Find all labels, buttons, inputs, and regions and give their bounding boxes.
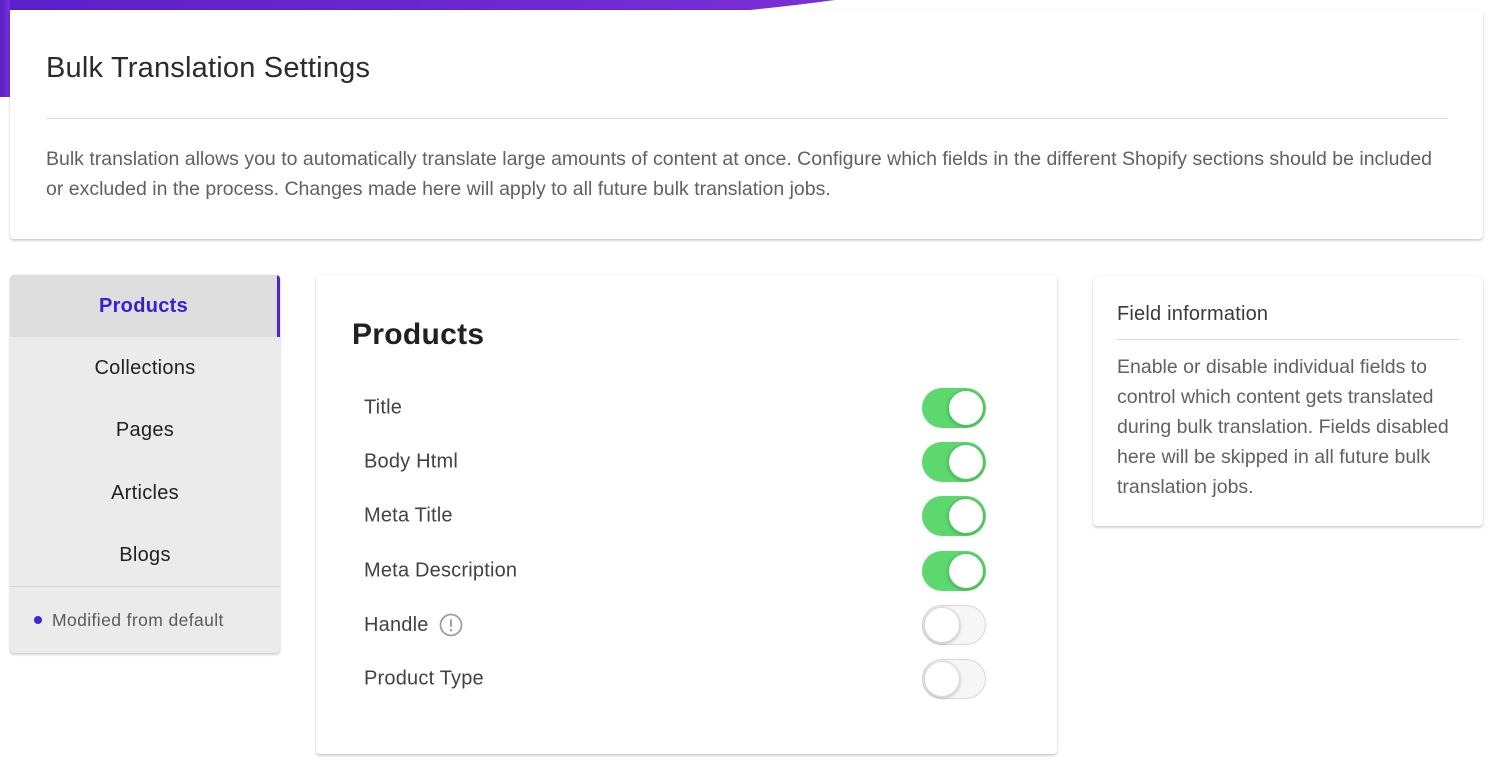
page-description: Bulk translation allows you to automatic…: [46, 148, 1433, 200]
toggle-knob: [948, 553, 984, 589]
field-row-meta-description: Meta Description: [364, 551, 986, 591]
toggle-knob: [948, 444, 984, 480]
modified-legend-label: Modified from default: [52, 609, 224, 630]
field-label: Product Type: [364, 667, 484, 690]
field-label: Title: [364, 396, 403, 419]
page-title: Bulk Translation Settings: [46, 52, 371, 84]
info-divider: [1117, 339, 1459, 340]
header-divider: [46, 118, 1448, 119]
toggle-product-type[interactable]: [922, 659, 986, 699]
panel-title: Products: [352, 318, 485, 351]
sidebar-item-collections[interactable]: Collections: [10, 337, 280, 399]
toggle-meta-description[interactable]: [922, 551, 986, 591]
toggle-knob: [948, 390, 984, 426]
sidebar-item-blogs[interactable]: Blogs: [10, 524, 280, 586]
field-label: Body Html: [364, 450, 459, 473]
toggle-knob: [924, 661, 960, 697]
field-label: Meta Description: [364, 559, 518, 582]
sidebar-divider: [10, 586, 280, 587]
header-card: Bulk Translation Settings Bulk translati…: [10, 10, 1483, 239]
field-label-wrap: Handle: [364, 613, 463, 637]
sidebar-item-products[interactable]: Products: [10, 275, 280, 337]
exclamation-circle-icon[interactable]: [439, 613, 463, 637]
field-row-title: Title: [364, 388, 986, 428]
field-row-meta-title: Meta Title: [364, 496, 986, 536]
toggle-title[interactable]: [922, 388, 986, 428]
toggle-handle[interactable]: [922, 605, 986, 645]
field-row-body-html: Body Html: [364, 442, 986, 482]
modified-legend: Modified from default: [34, 608, 224, 632]
toggle-body-html[interactable]: [922, 442, 986, 482]
toggle-meta-title[interactable]: [922, 496, 986, 536]
modified-dot-icon: [34, 616, 42, 624]
field-label: Handle: [364, 613, 429, 636]
info-title: Field information: [1117, 303, 1269, 325]
field-information-card: Field information Enable or disable indi…: [1093, 276, 1483, 526]
info-text: Enable or disable individual fields to c…: [1117, 356, 1449, 498]
field-row-product-type: Product Type: [364, 659, 986, 699]
field-label: Meta Title: [364, 504, 453, 527]
sidebar-item-pages[interactable]: Pages: [10, 399, 280, 461]
section-sidebar: Products Collections Pages Articles Blog…: [10, 275, 280, 653]
field-row-handle: Handle: [364, 605, 986, 645]
sidebar-item-articles[interactable]: Articles: [10, 462, 280, 524]
toggle-knob: [924, 607, 960, 643]
toggle-knob: [948, 498, 984, 534]
fields-panel: Products Title Body Html Meta Title Meta…: [316, 275, 1057, 754]
